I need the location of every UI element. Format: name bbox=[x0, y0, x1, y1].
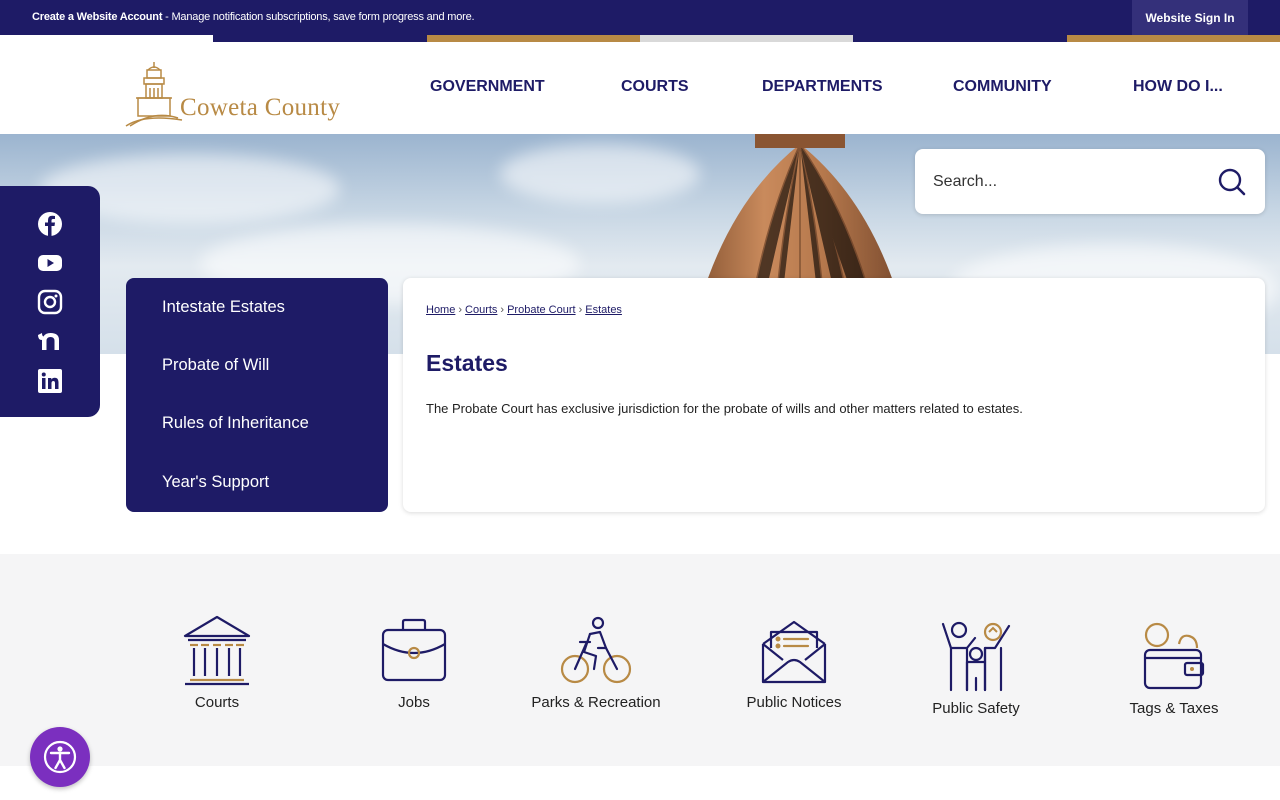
quicklink-jobs[interactable]: Jobs bbox=[334, 616, 494, 711]
search-input[interactable] bbox=[933, 167, 1203, 197]
wallet-icon bbox=[1143, 622, 1205, 690]
linkedin-link[interactable] bbox=[37, 368, 63, 394]
breadcrumb-estates[interactable]: Estates bbox=[585, 304, 622, 316]
facebook-link[interactable] bbox=[37, 211, 63, 237]
linkedin-icon bbox=[38, 369, 62, 393]
page-title: Estates bbox=[426, 350, 508, 376]
quick-links-section: Courts Jobs Parks & Recreation Public No… bbox=[0, 554, 1280, 766]
courthouse-icon bbox=[183, 615, 251, 686]
search-button[interactable] bbox=[1217, 167, 1247, 197]
logo-text: Coweta County bbox=[180, 94, 341, 121]
instagram-icon bbox=[37, 289, 63, 315]
sidenav-years-support[interactable]: Year's Support bbox=[162, 473, 269, 492]
quicklink-label: Courts bbox=[194, 694, 240, 711]
search-box bbox=[915, 149, 1265, 214]
courthouse-logo-icon bbox=[125, 62, 183, 127]
county-logo[interactable]: Coweta County bbox=[124, 60, 380, 130]
facebook-icon bbox=[38, 212, 62, 236]
page-description: The Probate Court has exclusive jurisdic… bbox=[426, 401, 1023, 416]
create-account-link[interactable]: Create a Website Account bbox=[32, 11, 162, 23]
bicycle-icon bbox=[560, 616, 632, 684]
color-stripes bbox=[0, 35, 1280, 42]
nextdoor-icon bbox=[38, 333, 59, 350]
quicklink-label: Public Safety bbox=[932, 700, 1020, 717]
breadcrumb: Home › Courts › Probate Court › Estates bbox=[426, 304, 622, 316]
sidenav-probate-of-will[interactable]: Probate of Will bbox=[162, 356, 269, 375]
envelope-icon bbox=[761, 620, 827, 684]
nav-how-do-i[interactable]: HOW DO I... bbox=[1133, 78, 1223, 96]
accessibility-icon bbox=[43, 740, 77, 774]
family-icon bbox=[941, 621, 1011, 692]
nav-community[interactable]: COMMUNITY bbox=[953, 78, 1052, 96]
nav-departments[interactable]: DEPARTMENTS bbox=[762, 78, 883, 96]
nav-courts[interactable]: COURTS bbox=[621, 78, 689, 96]
breadcrumb-home[interactable]: Home bbox=[426, 304, 455, 316]
quicklink-tags-taxes[interactable]: Tags & Taxes bbox=[1094, 620, 1254, 717]
youtube-icon bbox=[38, 255, 62, 271]
briefcase-icon bbox=[381, 618, 447, 682]
quicklink-label: Parks & Recreation bbox=[531, 694, 661, 711]
website-sign-in-button[interactable]: Website Sign In bbox=[1132, 0, 1248, 35]
social-bar bbox=[0, 186, 100, 417]
side-navigation: Intestate Estates Probate of Will Rules … bbox=[126, 278, 388, 512]
instagram-link[interactable] bbox=[37, 289, 63, 315]
quicklink-label: Tags & Taxes bbox=[1129, 700, 1219, 717]
account-banner[interactable]: Create a Website Account - Manage notifi… bbox=[32, 11, 475, 23]
search-icon bbox=[1218, 168, 1246, 196]
quicklink-public-notices[interactable]: Public Notices bbox=[714, 618, 874, 711]
accessibility-button[interactable] bbox=[30, 727, 90, 787]
quicklink-parks-recreation[interactable]: Parks & Recreation bbox=[516, 614, 676, 711]
youtube-link[interactable] bbox=[37, 250, 63, 276]
quicklink-public-safety[interactable]: Public Safety bbox=[896, 618, 1056, 717]
top-bar: Create a Website Account - Manage notifi… bbox=[0, 0, 1280, 35]
breadcrumb-courts[interactable]: Courts bbox=[465, 304, 497, 316]
site-header: Coweta County GOVERNMENT COURTS DEPARTME… bbox=[0, 42, 1280, 134]
content-panel: Home › Courts › Probate Court › Estates Estate… bbox=[403, 278, 1265, 512]
sidenav-intestate-estates[interactable]: Intestate Estates bbox=[162, 298, 285, 317]
sidenav-rules-of-inheritance[interactable]: Rules of Inheritance bbox=[162, 414, 309, 433]
quicklink-courts[interactable]: Courts bbox=[137, 614, 297, 711]
quicklink-label: Jobs bbox=[398, 694, 430, 711]
breadcrumb-probate-court[interactable]: Probate Court bbox=[507, 304, 575, 316]
nav-government[interactable]: GOVERNMENT bbox=[430, 78, 545, 96]
quicklink-label: Public Notices bbox=[746, 694, 842, 711]
account-banner-desc: - Manage notification subscriptions, sav… bbox=[162, 11, 475, 23]
nextdoor-link[interactable] bbox=[37, 328, 63, 354]
